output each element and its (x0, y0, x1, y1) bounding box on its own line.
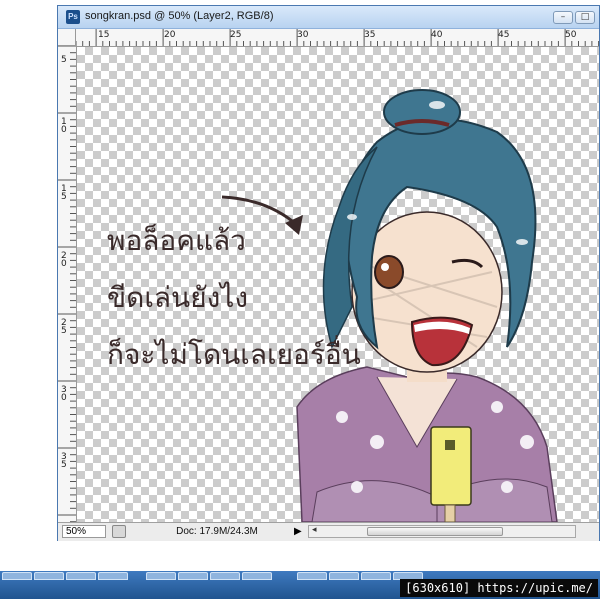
ruler-origin[interactable] (58, 29, 76, 46)
taskbar-button[interactable] (242, 572, 272, 580)
left-eye (374, 255, 404, 289)
desktop-area (0, 541, 600, 571)
image-canvas[interactable]: พอล็อคแล้ว ขีดเล่นยังไง ก็จะไม่โดนเลเยอร… (77, 47, 599, 522)
taskbar-button[interactable] (178, 572, 208, 580)
taskbar-button[interactable] (210, 572, 240, 580)
ruler-label: 20 (164, 30, 176, 40)
taskbar-button[interactable] (146, 572, 176, 580)
scroll-left-icon[interactable]: ◂ (312, 525, 317, 535)
popsicle (430, 426, 472, 506)
canvas-text-line-1: พอล็อคแล้ว (107, 224, 246, 257)
ruler-label: 50 (565, 30, 577, 40)
vertical-ruler[interactable]: 5 1 0 1 5 2 0 2 5 3 0 3 5 (58, 46, 77, 522)
taskbar-button[interactable] (66, 572, 96, 580)
ruler-label: 2 5 (61, 318, 67, 336)
popsicle-mark (445, 440, 455, 450)
taskbar-button[interactable] (361, 572, 391, 580)
zoom-level-field[interactable]: 50% (62, 525, 106, 538)
taskbar[interactable]: [630x610] https://upic.me/ (0, 571, 600, 599)
ruler-label: 1 5 (61, 184, 67, 202)
horizontal-ruler[interactable]: 15 20 25 30 35 40 45 50 (76, 29, 599, 47)
document-size: Doc: 17.9M/24.3M (176, 526, 258, 537)
ruler-label: 2 0 (61, 251, 67, 269)
maximize-button[interactable]: □ (575, 11, 595, 24)
ruler-label: 3 0 (61, 385, 67, 403)
background-area (0, 0, 57, 570)
taskbar-button[interactable] (297, 572, 327, 580)
canvas-text-line-3: ก็จะไม่โดนเลเยอร์อื่น (107, 338, 361, 371)
ruler-label: 3 5 (61, 452, 67, 470)
popsicle-stick (444, 504, 456, 522)
title-bar[interactable]: Ps songkran.psd @ 50% (Layer2, RGB/8) – … (58, 6, 599, 29)
eye-highlight (381, 263, 389, 271)
status-options-icon[interactable] (112, 525, 126, 538)
canvas-text-line-2: ขีดเล่นยังไง (107, 281, 249, 314)
status-bar: 50% Doc: 17.9M/24.3M ▶ ◂ (58, 522, 599, 541)
document-window[interactable]: Ps songkran.psd @ 50% (Layer2, RGB/8) – … (57, 5, 600, 541)
horizontal-scrollbar[interactable]: ◂ (308, 525, 576, 538)
image-host-watermark: [630x610] https://upic.me/ (400, 579, 598, 597)
minimize-button[interactable]: – (553, 11, 573, 24)
taskbar-group[interactable] (2, 572, 128, 581)
ruler-label: 30 (297, 30, 309, 40)
taskbar-button[interactable] (2, 572, 32, 580)
taskbar-group[interactable] (146, 572, 272, 581)
ruler-label: 40 (431, 30, 443, 40)
ruler-label: 35 (364, 30, 376, 40)
hair-bun (383, 89, 461, 135)
status-menu-arrow-icon[interactable]: ▶ (294, 526, 302, 537)
scrollbar-thumb[interactable] (367, 527, 503, 536)
ruler-label: 1 0 (61, 117, 67, 135)
window-title: songkran.psd @ 50% (Layer2, RGB/8) (85, 10, 274, 22)
photoshop-icon: Ps (66, 10, 80, 24)
horizontal-ruler-ticks (76, 29, 599, 46)
ruler-label: 15 (98, 30, 110, 40)
taskbar-button[interactable] (34, 572, 64, 580)
ruler-label: 25 (230, 30, 242, 40)
ruler-label: 45 (498, 30, 510, 40)
ruler-label: 5 (61, 55, 67, 65)
taskbar-button[interactable] (98, 572, 128, 580)
taskbar-button[interactable] (329, 572, 359, 580)
